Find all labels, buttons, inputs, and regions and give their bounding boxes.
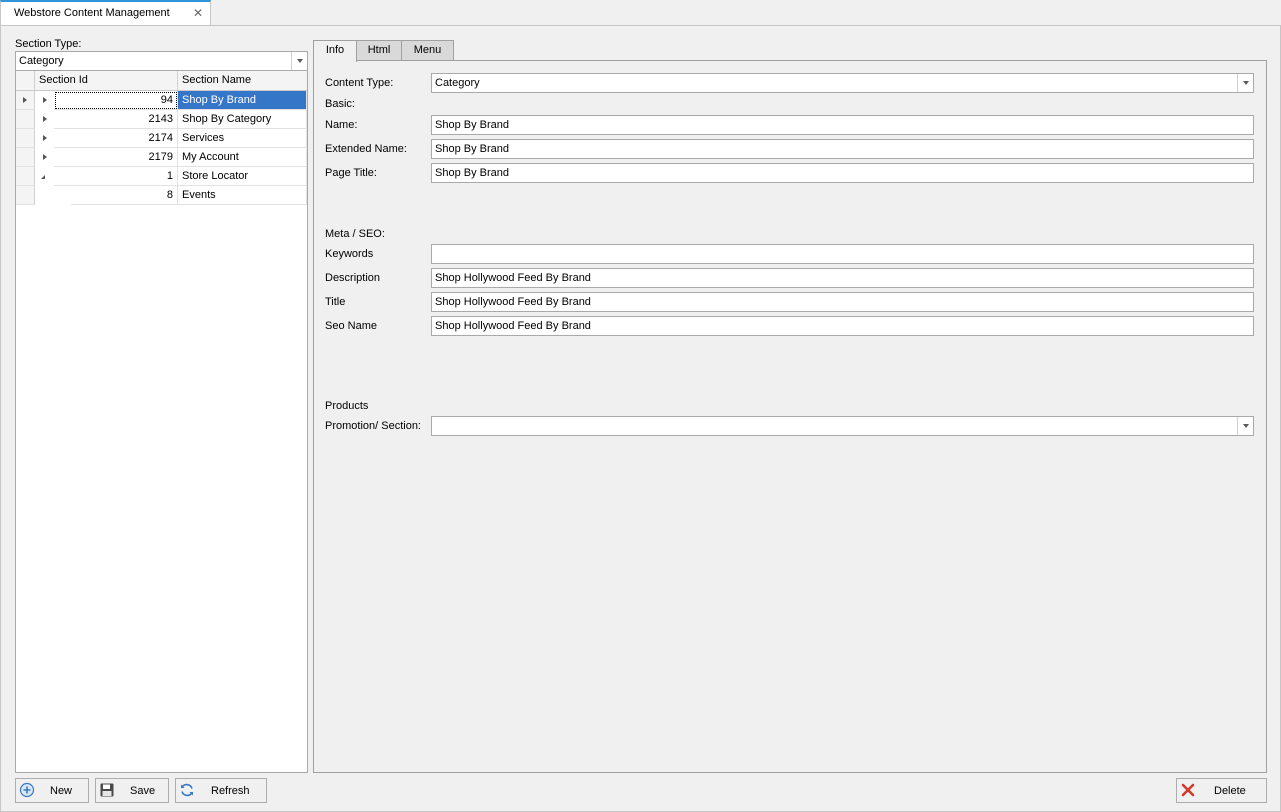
expand-icon[interactable] bbox=[43, 97, 47, 103]
cell-section-name[interactable]: My Account bbox=[178, 148, 307, 167]
refresh-button[interactable]: Refresh bbox=[175, 778, 267, 803]
extended-name-field[interactable]: Shop By Brand bbox=[431, 139, 1254, 159]
delete-x-icon bbox=[1181, 783, 1195, 797]
cell-section-name[interactable]: Shop By Brand bbox=[178, 91, 307, 110]
row-indicator[interactable] bbox=[16, 91, 35, 110]
cell-section-name[interactable]: Shop By Category bbox=[178, 110, 307, 129]
seo-name-label: Seo Name bbox=[325, 320, 377, 332]
seo-name-field[interactable]: Shop Hollywood Feed By Brand bbox=[431, 316, 1254, 336]
cell-section-id[interactable]: 8 bbox=[71, 186, 178, 205]
column-header-section-name[interactable]: Section Name bbox=[178, 71, 307, 90]
cell-section-name[interactable]: Services bbox=[178, 129, 307, 148]
document-tab-title: Webstore Content Management bbox=[14, 7, 170, 19]
chevron-down-icon[interactable] bbox=[1237, 74, 1253, 92]
content-type-value: Category bbox=[435, 77, 480, 89]
expand-icon[interactable] bbox=[43, 116, 47, 122]
tab-html[interactable]: Html bbox=[356, 40, 402, 61]
table-row[interactable]: 94 Shop By Brand bbox=[16, 91, 307, 110]
description-field-value: Shop Hollywood Feed By Brand bbox=[435, 272, 591, 284]
content-type-label: Content Type: bbox=[325, 77, 394, 89]
document-tab[interactable]: Webstore Content Management ✕ bbox=[0, 0, 211, 26]
section-type-label: Section Type: bbox=[15, 38, 82, 50]
page-title-label: Page Title: bbox=[325, 167, 377, 179]
cell-section-id[interactable]: 2174 bbox=[54, 129, 178, 148]
save-button-label: Save bbox=[130, 785, 156, 797]
row-indicator[interactable] bbox=[16, 110, 35, 129]
cell-section-id[interactable]: 1 bbox=[54, 167, 178, 186]
floppy-disk-icon bbox=[100, 783, 114, 797]
description-label: Description bbox=[325, 272, 381, 284]
extended-name-field-value: Shop By Brand bbox=[435, 143, 509, 155]
refresh-button-label: Refresh bbox=[211, 785, 250, 797]
row-indicator[interactable] bbox=[16, 129, 35, 148]
name-field-value: Shop By Brand bbox=[435, 119, 509, 131]
title-field-value: Shop Hollywood Feed By Brand bbox=[435, 296, 591, 308]
row-indicator[interactable] bbox=[16, 167, 35, 186]
section-type-value: Category bbox=[19, 55, 64, 67]
chevron-down-icon[interactable] bbox=[291, 52, 307, 70]
products-heading: Products bbox=[325, 400, 369, 412]
collapse-icon[interactable] bbox=[41, 175, 45, 179]
promotion-section-dropdown[interactable] bbox=[431, 416, 1254, 436]
name-field[interactable]: Shop By Brand bbox=[431, 115, 1254, 135]
content-type-dropdown[interactable]: Category bbox=[431, 73, 1254, 93]
table-row[interactable]: 2174 Services bbox=[16, 129, 307, 148]
basic-heading: Basic: bbox=[325, 98, 355, 110]
section-type-dropdown[interactable]: Category bbox=[15, 51, 308, 71]
table-row[interactable]: 2179 My Account bbox=[16, 148, 307, 167]
title-field[interactable]: Shop Hollywood Feed By Brand bbox=[431, 292, 1254, 312]
grid-header-indicator bbox=[16, 71, 35, 90]
tab-info[interactable]: Info bbox=[313, 40, 357, 62]
cell-section-id[interactable]: 94 bbox=[54, 91, 178, 110]
cell-section-id[interactable]: 2179 bbox=[54, 148, 178, 167]
tab-menu[interactable]: Menu bbox=[401, 40, 454, 61]
cell-section-name[interactable]: Store Locator bbox=[178, 167, 307, 186]
table-row[interactable]: 8 Events bbox=[16, 186, 307, 205]
sections-grid[interactable]: Section Id Section Name 94 Shop By Brand 2… bbox=[15, 70, 308, 773]
extended-name-label: Extended Name: bbox=[325, 143, 407, 155]
row-indicator[interactable] bbox=[16, 148, 35, 167]
description-field[interactable]: Shop Hollywood Feed By Brand bbox=[431, 268, 1254, 288]
table-row[interactable]: 1 Store Locator bbox=[16, 167, 307, 186]
page-title-field[interactable]: Shop By Brand bbox=[431, 163, 1254, 183]
cell-section-id[interactable]: 2143 bbox=[54, 110, 178, 129]
table-row[interactable]: 2143 Shop By Category bbox=[16, 110, 307, 129]
current-row-icon bbox=[23, 97, 27, 103]
refresh-icon bbox=[181, 783, 193, 797]
add-icon bbox=[19, 782, 35, 798]
keywords-field[interactable] bbox=[431, 244, 1254, 264]
column-header-section-id[interactable]: Section Id bbox=[35, 71, 178, 90]
close-tab-icon[interactable]: ✕ bbox=[193, 6, 203, 20]
delete-button-label: Delete bbox=[1214, 785, 1246, 797]
expand-icon[interactable] bbox=[43, 135, 47, 141]
delete-button[interactable]: Delete bbox=[1176, 778, 1267, 803]
new-button[interactable]: New bbox=[15, 778, 89, 803]
expand-icon[interactable] bbox=[43, 154, 47, 160]
row-indicator[interactable] bbox=[16, 186, 35, 205]
seo-name-field-value: Shop Hollywood Feed By Brand bbox=[435, 320, 591, 332]
chevron-down-icon[interactable] bbox=[1237, 417, 1253, 435]
keywords-label: Keywords bbox=[325, 248, 374, 260]
save-button[interactable]: Save bbox=[95, 778, 169, 803]
name-label: Name: bbox=[325, 119, 358, 131]
cell-section-name[interactable]: Events bbox=[178, 186, 307, 205]
new-button-label: New bbox=[50, 785, 73, 797]
page-title-field-value: Shop By Brand bbox=[435, 167, 509, 179]
meta-seo-heading: Meta / SEO: bbox=[325, 228, 385, 240]
promotion-section-label: Promotion/ Section: bbox=[325, 420, 421, 432]
title-label: Title bbox=[325, 296, 346, 308]
grid-header: Section Id Section Name bbox=[16, 71, 307, 91]
